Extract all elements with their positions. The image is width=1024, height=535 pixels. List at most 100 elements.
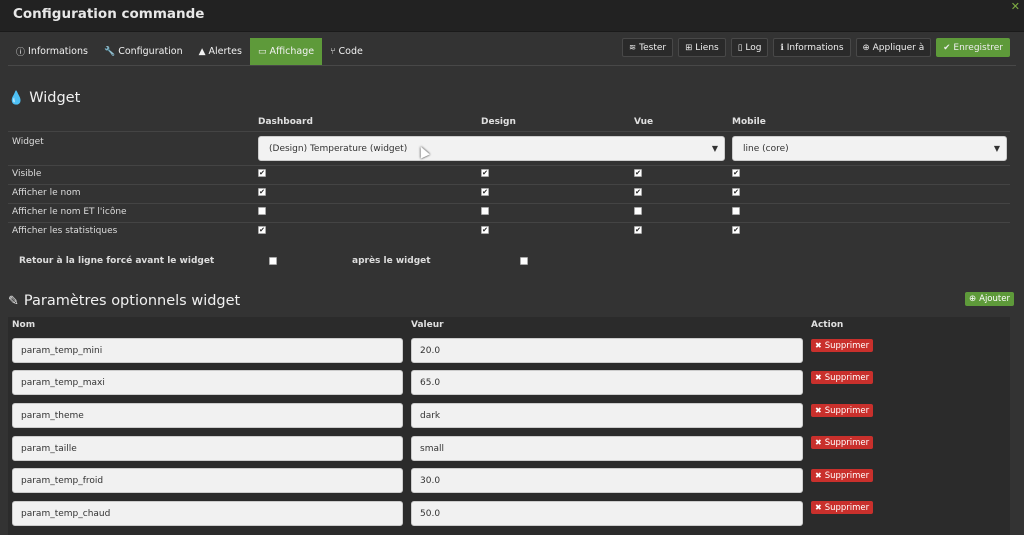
tab-label: Informations [28, 46, 88, 57]
times-icon: ✖ [815, 406, 822, 415]
widget-row-show-name [8, 184, 1010, 203]
button-label: Ajouter [979, 294, 1010, 304]
col-nom: Nom [12, 320, 36, 330]
add-param-button[interactable]: ⊕ Ajouter [965, 292, 1014, 306]
button-label: Supprimer [824, 405, 870, 416]
widget-row-visible [8, 165, 1010, 184]
col-dashboard: Dashboard [258, 117, 313, 127]
code-fork-icon: ⑂ [330, 46, 336, 57]
show-stats-design-checkbox[interactable]: ✔ [481, 226, 489, 234]
enregistrer-button[interactable]: ✔ Enregistrer [936, 38, 1010, 57]
close-icon[interactable]: ✕ [1011, 0, 1020, 13]
check-circle-icon: ✔ [943, 42, 951, 53]
delete-param-button[interactable]: ✖ Supprimer [811, 501, 874, 514]
delete-param-button[interactable]: ✖ Supprimer [811, 469, 874, 482]
times-icon: ✖ [815, 373, 822, 382]
times-icon: ✖ [815, 438, 822, 447]
log-button[interactable]: ▯ Log [730, 38, 769, 57]
show-name-icon-dashboard-checkbox[interactable] [258, 207, 266, 215]
param-value-input[interactable]: small [411, 436, 803, 461]
break-after-checkbox[interactable] [520, 257, 528, 265]
param-value-input[interactable]: 30.0 [411, 468, 803, 493]
link-icon: ⊞ [685, 42, 693, 53]
select-value: (Design) Temperature (widget) [269, 143, 408, 154]
col-action: Action [811, 320, 844, 330]
show-name-vue-checkbox[interactable]: ✔ [634, 188, 642, 196]
button-label: Informations [786, 42, 844, 53]
widget-row-label: Widget [12, 137, 44, 147]
button-label: Supprimer [824, 437, 870, 448]
button-label: Supprimer [824, 470, 870, 481]
liens-button[interactable]: ⊞ Liens [678, 38, 726, 57]
param-value-input[interactable]: 65.0 [411, 370, 803, 395]
show-name-mobile-checkbox[interactable]: ✔ [732, 188, 740, 196]
delete-param-button[interactable]: ✖ Supprimer [811, 339, 874, 352]
dashboard-widget-select[interactable]: (Design) Temperature (widget) ▼ [258, 136, 725, 161]
param-name-input[interactable]: param_temp_mini [12, 338, 403, 363]
wrench-icon: 🔧 [103, 46, 116, 57]
delete-param-button[interactable]: ✖ Supprimer [811, 436, 874, 449]
widget-row-show-stats [8, 222, 1010, 241]
row-label-show-name-icon: Afficher le nom ET l'icône [12, 207, 127, 217]
section-title-text: Paramètres optionnels widget [23, 293, 241, 309]
appliquer-button[interactable]: ⊕ Appliquer à [855, 38, 932, 57]
param-name-input[interactable]: param_temp_froid [12, 468, 403, 493]
info-icon: ℹ [780, 42, 784, 53]
show-name-icon-design-checkbox[interactable] [481, 207, 489, 215]
param-value-input[interactable]: 20.0 [411, 338, 803, 363]
informations-button[interactable]: ℹ Informations [773, 38, 851, 57]
mobile-widget-select[interactable]: line (core) ▼ [732, 136, 1007, 161]
button-label: Liens [695, 42, 719, 53]
tab-informations[interactable]: ⓘ Informations [8, 38, 96, 65]
delete-param-button[interactable]: ✖ Supprimer [811, 404, 874, 417]
button-label: Supprimer [824, 340, 870, 351]
visible-design-checkbox[interactable]: ✔ [481, 169, 489, 177]
tab-label: Configuration [118, 46, 183, 57]
param-name-input[interactable]: param_theme [12, 403, 403, 428]
tab-alertes[interactable]: ▲ Alertes [191, 38, 250, 65]
delete-param-button[interactable]: ✖ Supprimer [811, 371, 874, 384]
show-stats-mobile-checkbox[interactable]: ✔ [732, 226, 740, 234]
button-label: Log [745, 42, 762, 53]
param-name-input[interactable]: param_temp_maxi [12, 370, 403, 395]
show-name-dashboard-checkbox[interactable]: ✔ [258, 188, 266, 196]
col-valeur: Valeur [411, 320, 444, 330]
visible-vue-checkbox[interactable]: ✔ [634, 169, 642, 177]
tab-label: Alertes [208, 46, 242, 57]
show-stats-vue-checkbox[interactable]: ✔ [634, 226, 642, 234]
action-toolbar: ≋ Tester ⊞ Liens ▯ Log ℹ Informations ⊕ Appli… [622, 38, 1010, 57]
button-label: Enregistrer [953, 42, 1003, 53]
show-name-design-checkbox[interactable]: ✔ [481, 188, 489, 196]
visible-dashboard-checkbox[interactable]: ✔ [258, 169, 266, 177]
caret-down-icon: ▼ [993, 144, 1000, 153]
row-label-show-stats: Afficher les statistiques [12, 226, 118, 236]
tab-code[interactable]: ⑂ Code [322, 38, 371, 65]
section-title-text: Widget [29, 90, 81, 106]
row-label-show-name: Afficher le nom [12, 188, 81, 198]
param-name-input[interactable]: param_temp_chaud [12, 501, 403, 526]
plus-circle-icon: ⊕ [969, 294, 977, 304]
tab-affichage[interactable]: ▭ Affichage [249, 38, 323, 65]
tab-label: Affichage [269, 46, 315, 57]
show-stats-dashboard-checkbox[interactable]: ✔ [258, 226, 266, 234]
window-titlebar: Configuration commande ✕ [0, 0, 1024, 32]
col-mobile: Mobile [732, 117, 766, 127]
break-before-label: Retour à la ligne forcé avant le widget [19, 256, 215, 266]
show-name-icon-mobile-checkbox[interactable] [732, 207, 740, 215]
file-icon: ▯ [737, 42, 743, 53]
visible-mobile-checkbox[interactable]: ✔ [732, 169, 740, 177]
row-label-visible: Visible [12, 169, 42, 179]
edit-icon: ✎ [8, 293, 19, 309]
break-before-checkbox[interactable] [269, 257, 277, 265]
button-label: Appliquer à [872, 42, 925, 53]
tab-configuration[interactable]: 🔧 Configuration [96, 38, 191, 65]
param-value-input[interactable]: 50.0 [411, 501, 803, 526]
params-section-title: ✎ Paramètres optionnels widget [8, 293, 240, 309]
show-name-icon-vue-checkbox[interactable] [634, 207, 642, 215]
param-value-input[interactable]: dark [411, 403, 803, 428]
tester-button[interactable]: ≋ Tester [622, 38, 674, 57]
tab-label: Code [338, 46, 363, 57]
param-name-input[interactable]: param_taille [12, 436, 403, 461]
tab-divider [8, 65, 1016, 66]
col-vue: Vue [634, 117, 654, 127]
